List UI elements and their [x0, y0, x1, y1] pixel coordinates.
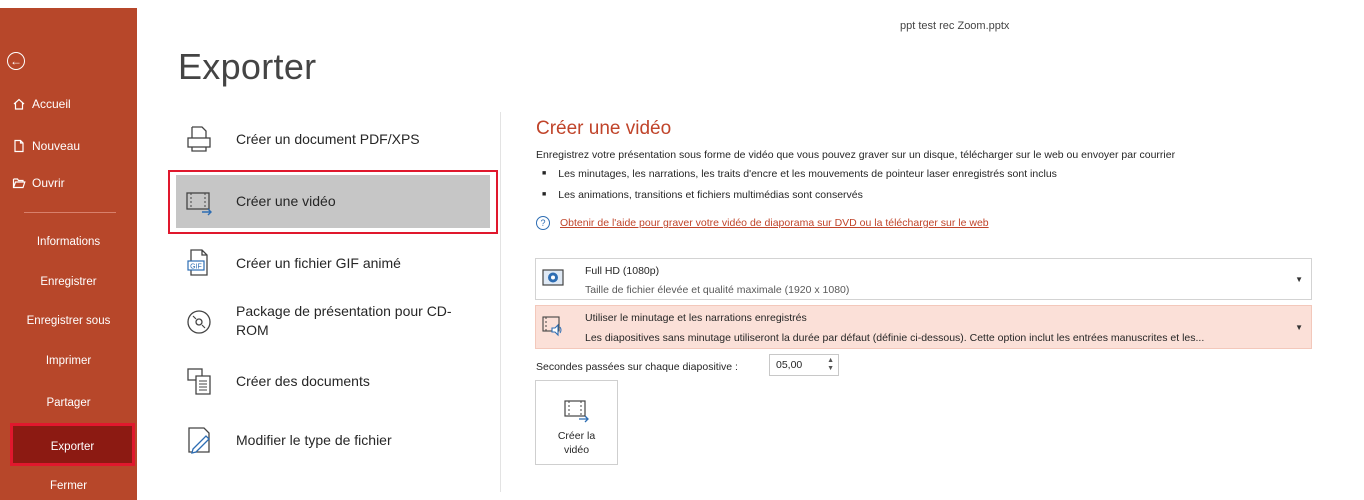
- export-option-label: Package de présentation pour CD-ROM: [236, 303, 452, 338]
- handouts-icon: [187, 368, 211, 395]
- export-option-change-file-type[interactable]: Modifier le type de fichier: [170, 425, 498, 455]
- seconds-stepper[interactable]: 05,00 ▲ ▼: [769, 354, 839, 376]
- gif-file-icon: GIF: [187, 249, 208, 276]
- help-question-icon: ?: [536, 216, 550, 230]
- video-icon: [564, 400, 589, 423]
- export-option-highlight: Créer une vidéo: [176, 175, 490, 228]
- timing-dropdown[interactable]: Utiliser le minutage et les narrations e…: [535, 305, 1312, 349]
- sidebar-item-ouvrir[interactable]: Ouvrir: [12, 176, 65, 190]
- sidebar-item-label: Nouveau: [32, 139, 81, 153]
- export-option-handouts[interactable]: Créer des documents: [170, 366, 498, 396]
- export-option-pdf-xps[interactable]: Créer un document PDF/XPS: [170, 124, 498, 154]
- svg-text:GIF: GIF: [190, 264, 202, 271]
- video-panel-description: Enregistrez votre présentation sous form…: [536, 149, 1176, 161]
- quality-dropdown-subtitle: Taille de fichier élevée et qualité maxi…: [585, 284, 850, 296]
- stepper-arrows-icon[interactable]: ▲ ▼: [827, 357, 834, 373]
- export-option-video[interactable]: Créer une vidéo: [168, 170, 498, 234]
- export-option-label: Créer une vidéo: [236, 193, 336, 209]
- create-video-button[interactable]: Créer la vidéo: [535, 380, 618, 465]
- backstage-sidebar: ← Accueil Nouveau Ouvrir Informations En…: [0, 0, 137, 500]
- sidebar-item-accueil[interactable]: Accueil: [12, 97, 71, 111]
- back-arrow-icon[interactable]: ←: [7, 52, 25, 70]
- sidebar-item-fermer[interactable]: Fermer: [0, 472, 137, 500]
- video-panel-bullet: Les animations, transitions et fichiers …: [542, 189, 863, 201]
- sidebar-item-nouveau[interactable]: Nouveau: [12, 139, 80, 153]
- export-option-label: Créer un fichier GIF animé: [236, 254, 401, 271]
- sidebar-top-strip: [0, 0, 137, 8]
- create-video-label-line1: Créer la: [557, 430, 596, 442]
- timing-narration-icon: [542, 316, 562, 337]
- create-video-button-label: Créer la vidéo: [536, 429, 617, 457]
- sidebar-item-imprimer[interactable]: Imprimer: [0, 347, 137, 375]
- home-icon: [13, 98, 25, 110]
- help-row: ? Obtenir de l'aide pour graver votre vi…: [536, 216, 989, 230]
- change-file-type-icon: [188, 427, 210, 454]
- video-icon: [186, 191, 212, 215]
- export-option-label: Créer un document PDF/XPS: [236, 130, 420, 147]
- chevron-down-icon: ▼: [1295, 323, 1303, 332]
- seconds-label: Secondes passées sur chaque diapositive …: [536, 361, 738, 373]
- new-document-icon: [14, 139, 24, 153]
- help-link[interactable]: Obtenir de l'aide pour graver votre vidé…: [560, 217, 989, 229]
- timing-dropdown-title: Utiliser le minutage et les narrations e…: [585, 312, 807, 324]
- open-folder-icon: [12, 178, 26, 189]
- sidebar-item-enregistrer-sous[interactable]: Enregistrer sous: [0, 307, 137, 335]
- page-title: Exporter: [178, 46, 317, 87]
- export-option-label: Modifier le type de fichier: [236, 431, 392, 448]
- export-option-label: Créer des documents: [236, 372, 370, 389]
- quality-dropdown[interactable]: Full HD (1080p) Taille de fichier élevée…: [535, 258, 1312, 300]
- export-option-gif[interactable]: GIF Créer un fichier GIF animé: [170, 248, 498, 278]
- video-panel-bullet: Les minutages, les narrations, les trait…: [542, 168, 1057, 180]
- pdf-document-icon: [187, 126, 211, 152]
- sidebar-divider: [24, 212, 116, 213]
- create-video-label-line2: vidéo: [563, 444, 590, 456]
- timing-dropdown-subtitle: Les diapositives sans minutage utilisero…: [585, 332, 1205, 344]
- sidebar-item-informations[interactable]: Informations: [0, 228, 137, 256]
- seconds-value: 05,00: [776, 359, 803, 371]
- video-panel-title: Créer une vidéo: [536, 118, 672, 139]
- sidebar-item-partager[interactable]: Partager: [0, 389, 137, 417]
- window-title: ppt test rec Zoom.pptx: [900, 20, 1010, 32]
- cd-icon: [187, 310, 211, 334]
- export-option-cd-package[interactable]: Package de présentation pour CD-ROM: [170, 302, 498, 340]
- sidebar-item-exporter[interactable]: Exporter: [10, 423, 135, 466]
- quality-dropdown-title: Full HD (1080p): [585, 265, 660, 277]
- display-quality-icon: [542, 269, 564, 286]
- panel-divider: [500, 112, 501, 492]
- sidebar-item-label: Ouvrir: [32, 176, 65, 190]
- sidebar-item-enregistrer[interactable]: Enregistrer: [0, 268, 137, 296]
- chevron-down-icon: ▼: [1295, 275, 1303, 284]
- sidebar-item-label: Accueil: [32, 97, 71, 111]
